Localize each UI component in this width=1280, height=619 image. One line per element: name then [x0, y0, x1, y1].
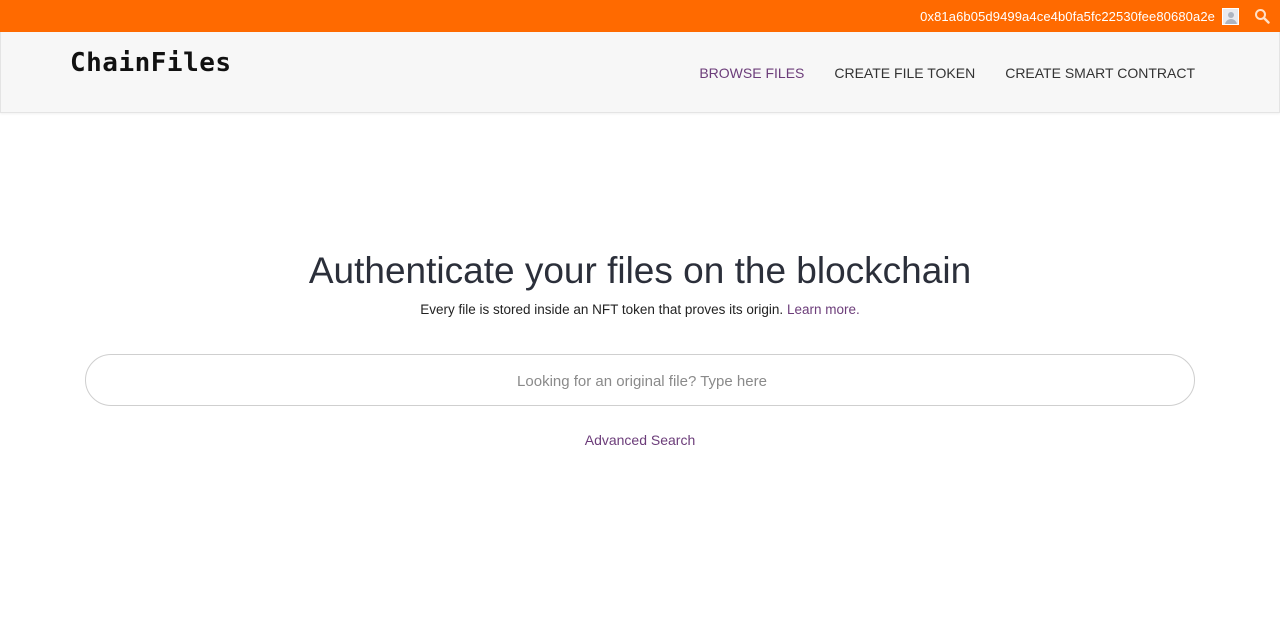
avatar-head: [1228, 11, 1234, 18]
advanced-search: Advanced Search: [0, 432, 1280, 448]
main-nav: BROWSE FILES CREATE FILE TOKEN CREATE SM…: [699, 65, 1195, 81]
main-navbar: ChainFiles BROWSE FILES CREATE FILE TOKE…: [0, 32, 1280, 113]
site-logo[interactable]: ChainFiles: [70, 48, 232, 78]
avatar-body: [1225, 18, 1237, 24]
top-bar: 0x81a6b05d9499a4ce4b0fa5fc22530fee80680a…: [0, 0, 1280, 32]
search-icon-graphic: [1255, 9, 1270, 24]
file-search-box: [85, 354, 1198, 407]
nav-create-file-token[interactable]: CREATE FILE TOKEN: [834, 65, 975, 81]
learn-more-link[interactable]: Learn more.: [787, 302, 860, 317]
user-avatar-icon[interactable]: [1222, 7, 1239, 25]
hero-title: Authenticate your files on the blockchai…: [308, 250, 972, 291]
file-search-input[interactable]: [86, 355, 1198, 407]
hero-subtitle-text: Every file is stored inside an NFT token…: [420, 302, 787, 317]
hero-subtitle: Every file is stored inside an NFT token…: [0, 302, 1280, 317]
nav-create-smart-contract[interactable]: CREATE SMART CONTRACT: [1005, 65, 1195, 81]
advanced-search-link[interactable]: Advanced Search: [585, 432, 696, 448]
wallet-address: 0x81a6b05d9499a4ce4b0fa5fc22530fee80680a…: [920, 8, 1215, 24]
nav-browse-files[interactable]: BROWSE FILES: [699, 65, 804, 81]
search-icon[interactable]: [1254, 8, 1270, 24]
